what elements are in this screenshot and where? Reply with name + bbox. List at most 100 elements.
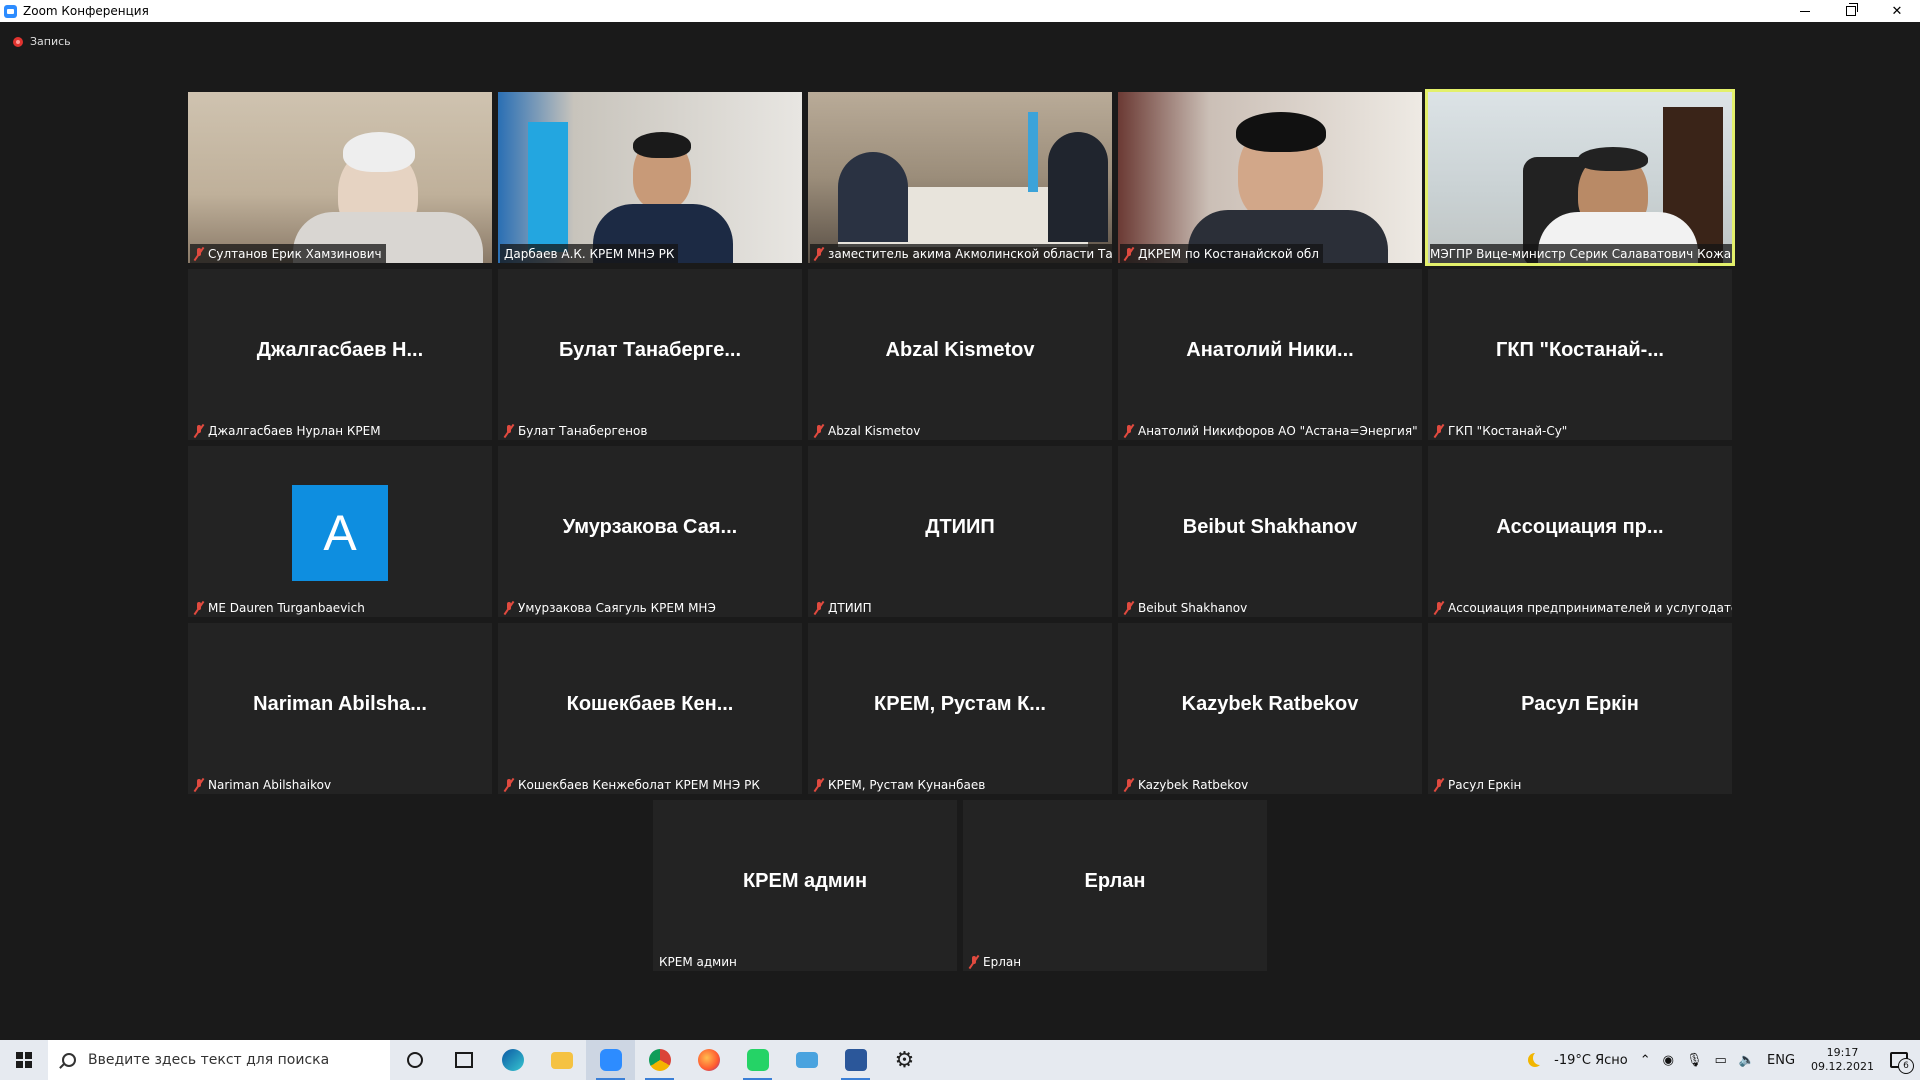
- close-icon: ✕: [1891, 3, 1903, 19]
- mic-muted-icon: [1123, 778, 1135, 792]
- language-indicator[interactable]: ENG: [1767, 1053, 1795, 1068]
- participant-name: Abzal Kismetov: [828, 423, 921, 438]
- participant-tile[interactable]: Ассоциация пр... Ассоциация предпринимате…: [1428, 446, 1732, 617]
- cortana-button[interactable]: [390, 1040, 439, 1080]
- participant-display-name: Abzal Kismetov: [885, 339, 1035, 361]
- participant-display-name: ГКП "Костанай-...: [1496, 339, 1664, 361]
- file-explorer-icon: [550, 1051, 573, 1069]
- mic-muted-icon: [193, 601, 205, 615]
- search-placeholder: Введите здесь текст для поиска: [88, 1052, 330, 1068]
- mic-muted-icon: [1433, 601, 1445, 615]
- participant-tile[interactable]: ДТИИП ДТИИП: [808, 446, 1112, 617]
- settings-button[interactable]: ⚙: [880, 1040, 929, 1080]
- task-view-icon: [454, 1052, 473, 1068]
- participant-name-label: Кошекбаев Кенжеболат КРЕМ МНЭ РК: [500, 775, 764, 794]
- participant-name: Султанов Ерик Хамзинович: [208, 246, 382, 261]
- taskbar-search[interactable]: Введите здесь текст для поиска: [48, 1040, 390, 1080]
- mic-muted-icon: [503, 778, 515, 792]
- participant-name-label: ДКРЕМ по Костанайской обл: [1120, 244, 1323, 263]
- weather-text[interactable]: -19°C Ясно: [1554, 1053, 1628, 1068]
- weather-icon: [1528, 1051, 1548, 1067]
- participant-name-label: КРЕМ админ: [655, 952, 741, 971]
- mic-muted-icon: [1433, 778, 1445, 792]
- chrome-button[interactable]: [635, 1040, 684, 1080]
- mic-muted-icon: [813, 601, 825, 615]
- participant-display-name: Ерлан: [1084, 870, 1146, 892]
- recording-indicator[interactable]: Запись: [13, 35, 71, 48]
- zoom-icon: [599, 1049, 622, 1071]
- start-button[interactable]: [0, 1040, 48, 1080]
- clock[interactable]: 19:17 09.12.2021: [1811, 1046, 1874, 1074]
- participant-avatar: A: [292, 485, 388, 581]
- mic-muted-icon: [813, 778, 825, 792]
- zoom-button[interactable]: [586, 1040, 635, 1080]
- participant-tile[interactable]: Джалгасбаев Н... Джалгасбаев Нурлан КРЕМ: [188, 269, 492, 440]
- whatsapp-icon: [746, 1049, 769, 1071]
- chevron-up-icon[interactable]: ⌃: [1640, 1053, 1651, 1068]
- firefox-button[interactable]: [684, 1040, 733, 1080]
- participant-name-label: Nariman Abilshaikov: [190, 775, 335, 794]
- participant-name: Nariman Abilshaikov: [208, 777, 332, 792]
- participant-tile[interactable]: КРЕМ админ КРЕМ админ: [653, 800, 957, 971]
- whatsapp-button[interactable]: [733, 1040, 782, 1080]
- participant-tile[interactable]: МЭГПР Вице-министр Серик Салаватович Кож…: [1425, 89, 1735, 266]
- participant-tile[interactable]: Ерлан Ерлан: [963, 800, 1267, 971]
- participant-tile[interactable]: Булат Танаберге... Булат Танабергенов: [498, 269, 802, 440]
- participant-tile[interactable]: ГКП "Костанай-... ГКП "Костанай-Су": [1428, 269, 1732, 440]
- mic-muted-icon: [193, 424, 205, 438]
- network-icon[interactable]: ▭: [1715, 1053, 1727, 1068]
- mic-muted-icon: [1433, 424, 1445, 438]
- mic-muted-icon: [1123, 424, 1135, 438]
- participant-tile[interactable]: Nariman Abilsha... Nariman Abilshaikov: [188, 623, 492, 794]
- participant-tile[interactable]: Beibut Shakhanov Beibut Shakhanov: [1118, 446, 1422, 617]
- participant-tile[interactable]: Дарбаев А.К. КРЕМ МНЭ РК: [498, 92, 802, 263]
- record-icon: [13, 36, 23, 47]
- participant-tile[interactable]: Султанов Ерик Хамзинович: [188, 92, 492, 263]
- participant-tile[interactable]: Kazybek Ratbekov Kazybek Ratbekov: [1118, 623, 1422, 794]
- participant-name: ГКП "Костанай-Су": [1448, 423, 1568, 438]
- participant-name: заместитель акима Акмолинской области Та…: [828, 246, 1112, 261]
- participant-name: Kazybek Ratbekov: [1138, 777, 1249, 792]
- participant-name: ДКРЕМ по Костанайской обл: [1138, 246, 1319, 261]
- file-explorer-button[interactable]: [537, 1040, 586, 1080]
- participant-tile[interactable]: Кошекбаев Кен... Кошекбаев Кенжеболат КРЕ…: [498, 623, 802, 794]
- window-title-bar: Zoom Конференция ✕: [0, 0, 1920, 22]
- settings-icon: ⚙: [894, 1047, 915, 1073]
- participant-tile[interactable]: ДКРЕМ по Костанайской обл: [1118, 92, 1422, 263]
- windows-icon: [16, 1052, 32, 1068]
- participant-tile[interactable]: Расул Еркін Расул Еркін: [1428, 623, 1732, 794]
- minimize-button[interactable]: [1782, 0, 1828, 22]
- participant-name: Ерлан: [983, 954, 1022, 969]
- participant-tile[interactable]: Abzal Kismetov Abzal Kismetov: [808, 269, 1112, 440]
- mic-muted-icon: [1123, 601, 1135, 615]
- participant-tile[interactable]: Анатолий Ники... Анатолий Никифоров АО "А…: [1118, 269, 1422, 440]
- participant-name: Расул Еркін: [1448, 777, 1522, 792]
- zoom-app-icon: [4, 4, 17, 18]
- remote-desktop-button[interactable]: [782, 1040, 831, 1080]
- clock-date: 09.12.2021: [1811, 1060, 1874, 1073]
- restore-button[interactable]: [1828, 0, 1874, 22]
- participant-display-name: Nariman Abilsha...: [253, 693, 427, 715]
- word-button[interactable]: [831, 1040, 880, 1080]
- participant-name-label: Булат Танабергенов: [500, 421, 651, 440]
- close-button[interactable]: ✕: [1874, 0, 1920, 22]
- participant-display-name: Умурзакова Сая...: [562, 516, 738, 538]
- participant-tile[interactable]: заместитель акима Акмолинской области Та…: [808, 92, 1112, 263]
- edge-button[interactable]: [488, 1040, 537, 1080]
- participant-tile[interactable]: КРЕМ, Рустам К... КРЕМ, Рустам Кунанбаев: [808, 623, 1112, 794]
- participant-name: Кошекбаев Кенжеболат КРЕМ МНЭ РК: [518, 777, 760, 792]
- edge-icon: [501, 1049, 524, 1071]
- participant-display-name: Анатолий Ники...: [1186, 339, 1354, 361]
- microphone-icon[interactable]: 🎙: [1686, 1053, 1703, 1068]
- participant-name-label: Анатолий Никифоров АО "Астана=Энергия": [1120, 421, 1422, 440]
- mic-muted-icon: [1123, 247, 1135, 261]
- volume-icon[interactable]: 🔈: [1739, 1053, 1755, 1068]
- participant-name-label: Султанов Ерик Хамзинович: [190, 244, 386, 263]
- task-view-button[interactable]: [439, 1040, 488, 1080]
- notification-center-icon[interactable]: 6: [1890, 1052, 1914, 1074]
- participant-tile[interactable]: A ME Dauren Turganbaevich: [188, 446, 492, 617]
- camera-icon[interactable]: ◉: [1663, 1053, 1674, 1068]
- participant-display-name: Ассоциация пр...: [1496, 516, 1664, 538]
- chrome-icon: [648, 1049, 671, 1071]
- participant-tile[interactable]: Умурзакова Сая... Умурзакова Саягуль КРЕМ…: [498, 446, 802, 617]
